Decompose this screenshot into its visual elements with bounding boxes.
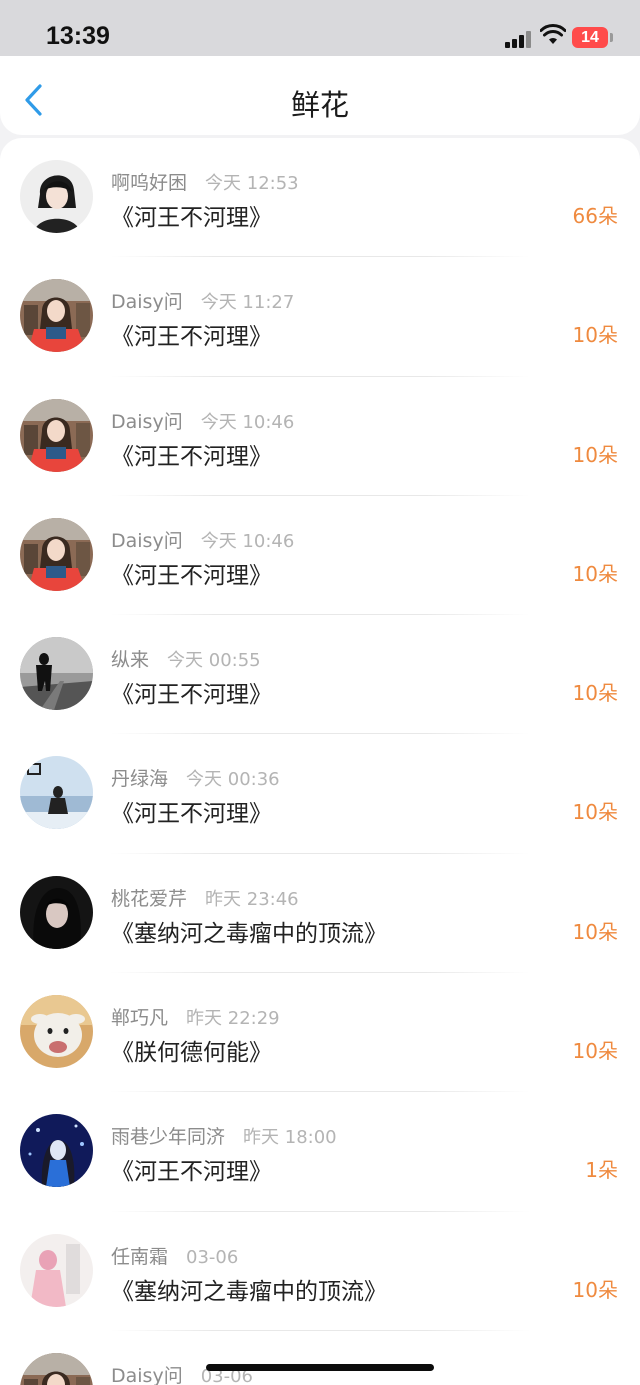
- book-title[interactable]: 《河王不河理》: [111, 1152, 272, 1186]
- avatar[interactable]: [20, 160, 93, 233]
- book-title[interactable]: 《河王不河理》: [111, 675, 272, 709]
- flower-count: 10朵: [572, 1277, 618, 1302]
- user-name[interactable]: Daisy问: [111, 291, 183, 313]
- avatar[interactable]: [20, 637, 93, 711]
- navbar: 鲜花: [0, 56, 640, 135]
- list-item[interactable]: Daisy问 今天 11:27 《河王不河理》 10朵: [0, 257, 640, 377]
- avatar[interactable]: [20, 756, 93, 830]
- user-name[interactable]: 桃花爱芹: [111, 888, 187, 910]
- cellular-signal-icon: [505, 28, 535, 48]
- avatar[interactable]: [20, 1352, 93, 1385]
- avatar[interactable]: [20, 279, 93, 353]
- list-item[interactable]: Daisy问 03-06: [0, 1331, 640, 1385]
- list-item[interactable]: Daisy问 今天 10:46 《河王不河理》 10朵: [0, 377, 640, 496]
- timestamp: 昨天 18:00: [243, 1127, 337, 1149]
- timestamp: 今天 11:27: [200, 292, 295, 314]
- book-title[interactable]: 《河王不河理》: [111, 437, 272, 471]
- user-name[interactable]: 啊呜好困: [111, 172, 187, 194]
- avatar[interactable]: [20, 1233, 93, 1307]
- flower-count: 10朵: [572, 323, 618, 348]
- timestamp: 03-06: [186, 1246, 239, 1268]
- status-bar: 13:39 14: [0, 0, 640, 56]
- user-name[interactable]: Daisy问: [111, 411, 183, 433]
- list-item[interactable]: 任南霜 03-06 《塞纳河之毒瘤中的顶流》 10朵: [0, 1212, 640, 1331]
- user-name[interactable]: 纵来: [111, 649, 149, 671]
- book-title[interactable]: 《河王不河理》: [111, 794, 272, 828]
- flower-count: 10朵: [572, 919, 618, 944]
- user-name[interactable]: Daisy问: [111, 530, 183, 552]
- list-item[interactable]: 啊呜好困 今天 12:53 《河王不河理》 66朵: [0, 138, 640, 258]
- list-item[interactable]: 丹绿海 今天 00:36 《河王不河理》 10朵: [0, 734, 640, 854]
- timestamp: 昨天 22:29: [186, 1008, 280, 1030]
- list-item[interactable]: 纵来 今天 00:55 《河王不河理》 10朵: [0, 615, 640, 735]
- flower-count: 10朵: [572, 681, 618, 706]
- avatar[interactable]: [20, 875, 93, 949]
- timestamp: 今天 10:46: [200, 530, 295, 552]
- avatar[interactable]: [20, 517, 93, 591]
- book-title[interactable]: 《河王不河理》: [111, 317, 272, 351]
- book-title[interactable]: 《朕何德何能》: [111, 1033, 272, 1067]
- flower-count: 10朵: [572, 442, 618, 467]
- avatar[interactable]: [20, 995, 93, 1069]
- user-name[interactable]: 郸巧凡: [111, 1007, 168, 1029]
- user-name[interactable]: Daisy问: [111, 1365, 183, 1385]
- list-item[interactable]: 桃花爱芹 昨天 23:46 《塞纳河之毒瘤中的顶流》 10朵: [0, 854, 640, 974]
- list-item[interactable]: 雨巷少年同济 昨天 18:00 《河王不河理》 1朵: [0, 1092, 640, 1212]
- flower-count: 10朵: [572, 800, 618, 825]
- avatar[interactable]: [20, 1114, 93, 1188]
- user-name[interactable]: 雨巷少年同济: [111, 1126, 225, 1148]
- book-title[interactable]: 《塞纳河之毒瘤中的顶流》: [111, 914, 387, 948]
- flower-count: 1朵: [585, 1158, 618, 1183]
- flower-count: 10朵: [572, 1039, 618, 1064]
- timestamp: 今天 00:36: [186, 769, 280, 791]
- timestamp: 今天 10:46: [200, 411, 295, 433]
- flower-count: 66朵: [572, 204, 618, 228]
- user-name[interactable]: 任南霜: [111, 1246, 168, 1268]
- page-title: 鲜花: [290, 88, 349, 122]
- user-name[interactable]: 丹绿海: [111, 768, 168, 790]
- wifi-icon: [540, 24, 566, 44]
- battery-indicator: 14: [572, 27, 608, 48]
- timestamp: 今天 00:55: [167, 650, 261, 672]
- book-title[interactable]: 《塞纳河之毒瘤中的顶流》: [111, 1272, 387, 1306]
- book-title[interactable]: 《河王不河理》: [111, 556, 272, 590]
- book-title[interactable]: 《河王不河理》: [111, 198, 272, 232]
- timestamp: 昨天 23:46: [205, 888, 299, 910]
- battery-tip: [610, 33, 613, 42]
- list-item[interactable]: 郸巧凡 昨天 22:29 《朕何德何能》 10朵: [0, 973, 640, 1093]
- home-indicator: [206, 1364, 434, 1371]
- avatar[interactable]: [20, 398, 93, 472]
- list-item[interactable]: Daisy问 今天 10:46 《河王不河理》 10朵: [0, 496, 640, 616]
- timestamp: 今天 12:53: [205, 173, 299, 194]
- flower-record-list: 啊呜好困 今天 12:53 《河王不河理》 66朵 Daisy问 今天 11:27 …: [0, 138, 640, 1385]
- flower-count: 10朵: [572, 561, 618, 586]
- status-time: 13:39: [46, 22, 110, 50]
